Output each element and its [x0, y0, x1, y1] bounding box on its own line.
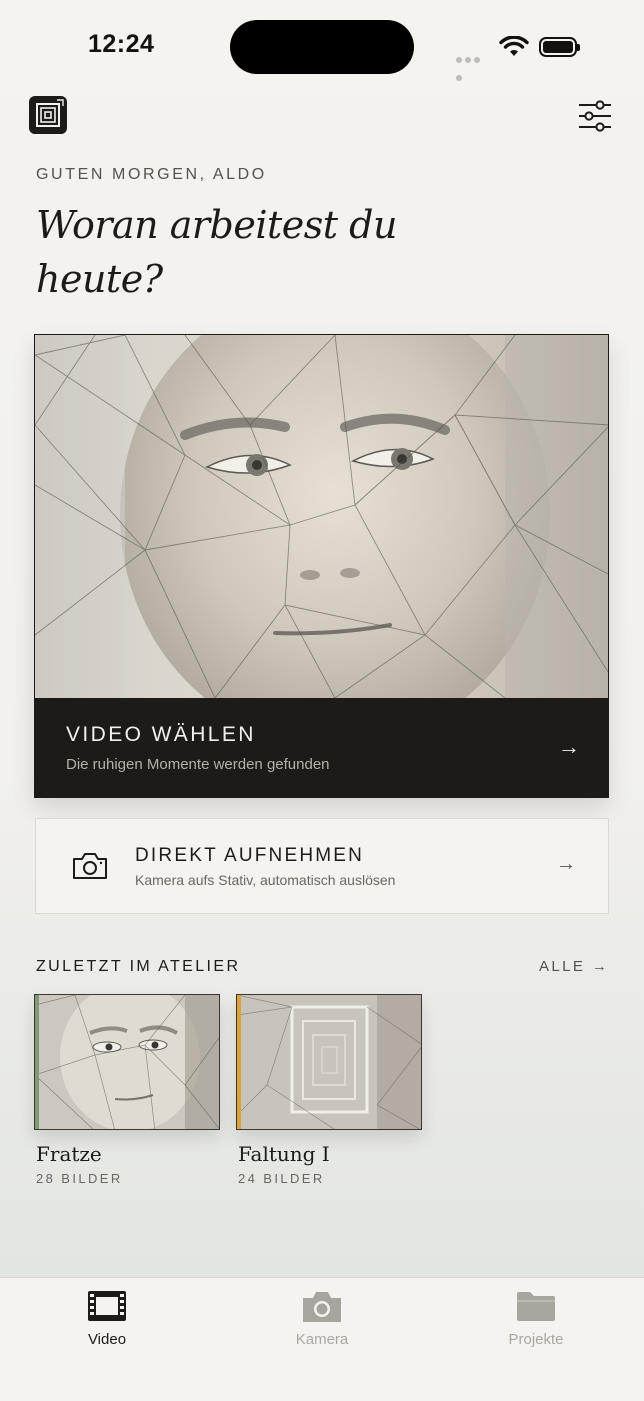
see-all-link[interactable]: ALLE →	[539, 958, 609, 975]
battery-icon	[539, 37, 580, 57]
recent-section-title: ZULETZT IM ATELIER	[36, 958, 241, 975]
thumbnail-accent-stripe	[237, 995, 241, 1129]
page-title: Woran arbeitest du heute?	[36, 203, 397, 301]
project-thumbnail-fratze[interactable]	[34, 994, 220, 1130]
choose-video-subtitle: Die ruhigen Momente werden gefunden	[66, 756, 330, 773]
folder-icon	[517, 1292, 555, 1321]
camera-icon	[73, 853, 107, 879]
project-count: 24 BILDER	[238, 1171, 325, 1186]
record-directly-subtitle: Kamera aufs Stativ, automatisch auslösen	[135, 872, 396, 888]
tab-label: Kamera	[295, 1331, 349, 1348]
project-count: 28 BILDER	[36, 1171, 123, 1186]
record-directly-card[interactable]: DIREKT AUFNEHMEN Kamera aufs Stativ, aut…	[35, 818, 609, 914]
greeting-label: GUTEN MORGEN, ALDO	[36, 166, 267, 183]
dynamic-island	[230, 20, 414, 74]
tab-projects[interactable]: Projekte	[429, 1278, 643, 1401]
fold-thumbnail-image	[237, 995, 421, 1129]
project-name: Fratze	[36, 1142, 102, 1166]
choose-video-bar[interactable]: VIDEO WÄHLEN Die ruhigen Momente werden …	[35, 698, 608, 797]
film-icon	[88, 1291, 126, 1321]
tab-video[interactable]: Video	[0, 1278, 214, 1401]
project-thumbnail-faltung[interactable]	[236, 994, 422, 1130]
status-time: 12:24	[88, 30, 155, 58]
face-thumbnail-image	[35, 995, 219, 1129]
wifi-icon	[499, 36, 529, 56]
tab-label: Projekte	[508, 1331, 564, 1348]
signal-icon	[456, 50, 490, 81]
face-artwork-image	[35, 335, 608, 698]
tab-camera[interactable]: Kamera	[215, 1278, 429, 1401]
choose-video-title: VIDEO WÄHLEN	[66, 723, 256, 746]
tab-label: Video	[87, 1331, 127, 1348]
choose-video-card[interactable]: VIDEO WÄHLEN Die ruhigen Momente werden …	[34, 334, 609, 798]
arrow-right-icon: →	[556, 853, 576, 875]
record-directly-title: DIREKT AUFNEHMEN	[135, 845, 365, 866]
tab-bar: Video Kamera Projekte	[0, 1277, 644, 1401]
arrow-right-icon: →	[558, 734, 580, 759]
app-logo-icon[interactable]	[29, 96, 67, 134]
camera-icon	[303, 1292, 341, 1322]
project-name: Faltung I	[238, 1142, 330, 1166]
thumbnail-accent-stripe	[35, 995, 39, 1129]
sliders-icon[interactable]	[578, 100, 612, 132]
